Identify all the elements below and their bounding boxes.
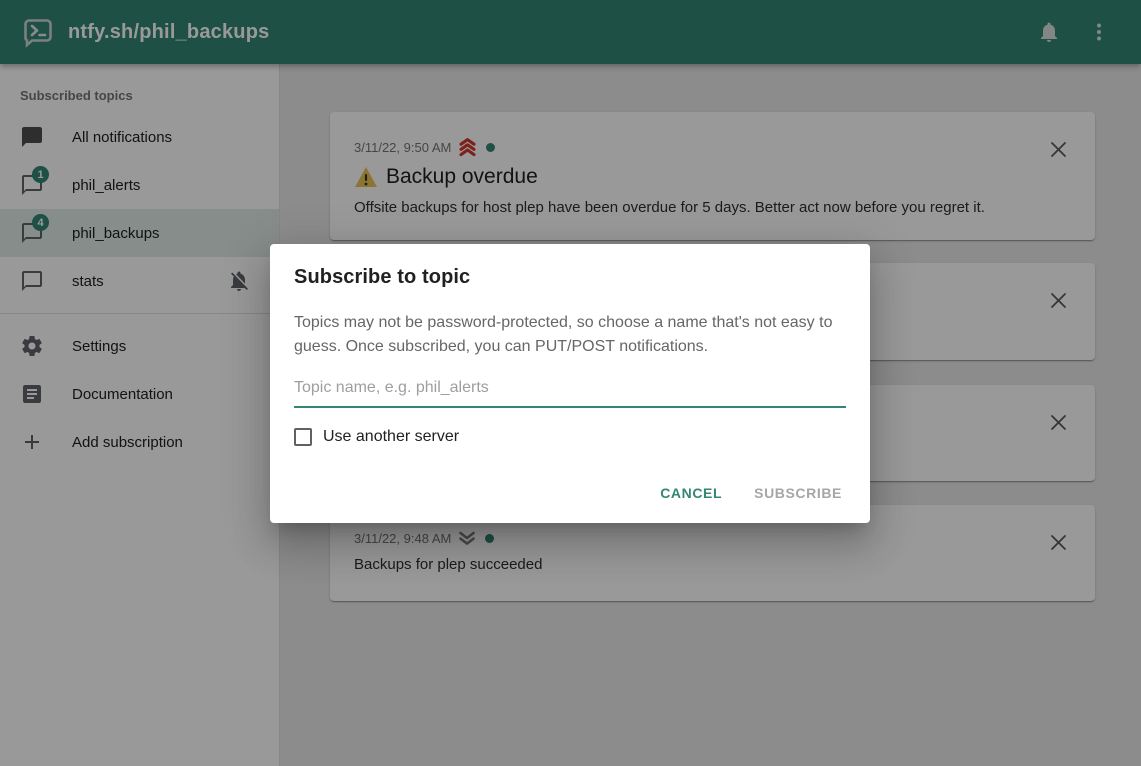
use-another-server-label: Use another server — [323, 428, 459, 446]
dialog-description: Topics may not be password-protected, so… — [294, 311, 846, 359]
app-root: ntfy.sh/phil_backups Subscribed topics A… — [0, 0, 1141, 766]
use-another-server-checkbox[interactable]: Use another server — [294, 428, 846, 446]
subscribe-button[interactable]: SUBSCRIBE — [742, 477, 854, 509]
topic-name-input[interactable] — [294, 373, 846, 408]
checkbox-icon[interactable] — [294, 428, 312, 446]
cancel-button[interactable]: CANCEL — [648, 477, 734, 509]
subscribe-dialog: Subscribe to topic Topics may not be pas… — [270, 244, 870, 523]
dialog-actions: CANCEL SUBSCRIBE — [648, 477, 854, 509]
dialog-title: Subscribe to topic — [294, 266, 846, 289]
